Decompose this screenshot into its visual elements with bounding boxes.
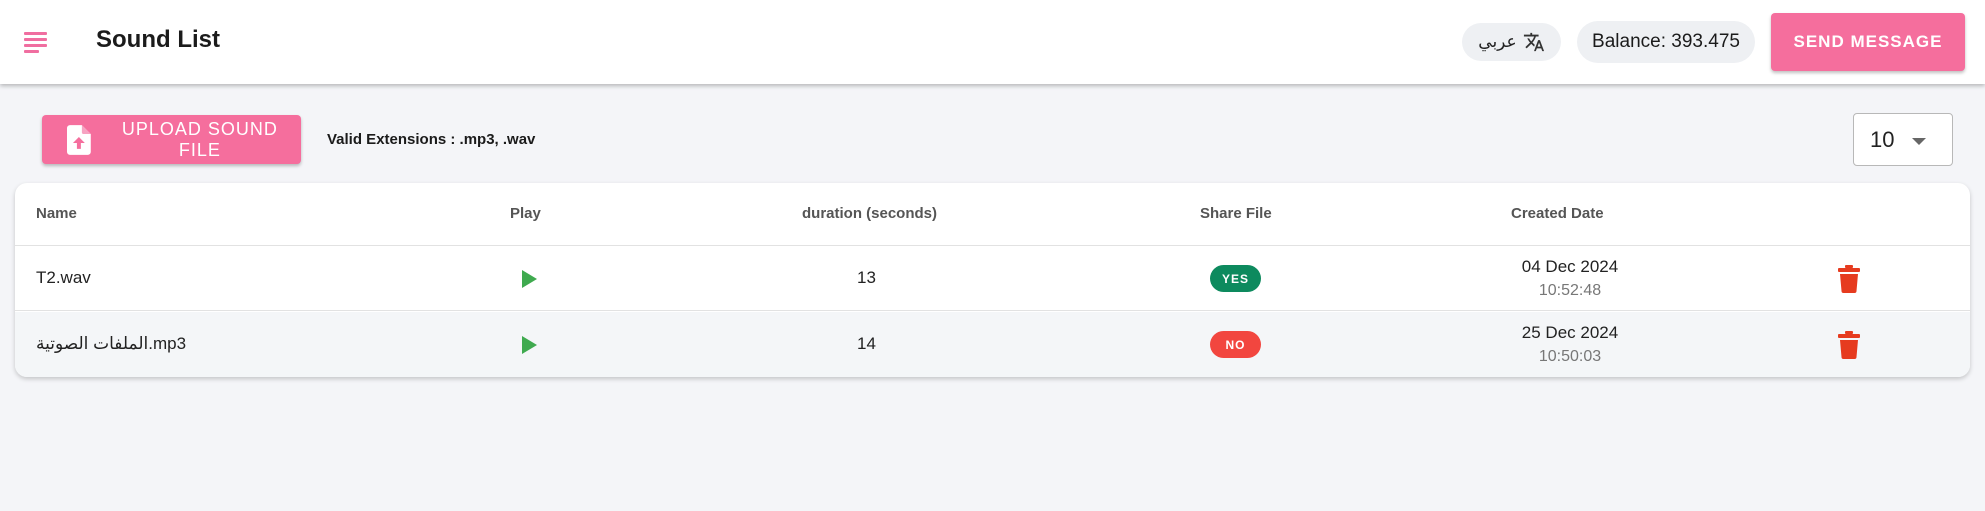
created-date: 25 Dec 2024 10:50:03 [1470, 322, 1670, 368]
created-date-day: 04 Dec 2024 [1521, 257, 1619, 276]
page-size-select[interactable]: 10 [1853, 113, 1953, 166]
column-header-created: Created Date [1511, 205, 1604, 222]
column-header-duration: duration (seconds) [802, 205, 938, 222]
page-size-value: 10 [1870, 126, 1895, 152]
file-upload-icon [67, 124, 91, 155]
trash-icon[interactable] [1838, 331, 1860, 359]
created-date-time: 10:50:03 [1538, 348, 1602, 365]
menu-icon[interactable] [24, 30, 49, 53]
table-row: T2.wav 13 YES 04 Dec 2024 10:52:48 [15, 246, 1970, 311]
sound-table: Name Play duration (seconds) Share File … [15, 183, 1970, 377]
send-message-button[interactable]: SEND MESSAGE [1771, 13, 1965, 71]
page-title: Sound List [96, 26, 220, 53]
valid-extensions-text: Valid Extensions : .mp3, .wav [327, 131, 536, 148]
duration-value: 14 [857, 334, 876, 353]
table-header: Name Play duration (seconds) Share File … [15, 183, 1970, 246]
column-header-name: Name [36, 205, 77, 222]
language-toggle[interactable]: عربي [1462, 23, 1561, 61]
share-badge: NO [1210, 331, 1261, 358]
balance-display: Balance: 393.475 [1577, 21, 1755, 63]
created-date-time: 10:52:48 [1538, 282, 1602, 299]
table-row: الملفات الصوتية.mp3 14 NO 25 Dec 2024 10… [15, 312, 1970, 377]
translate-icon [1523, 32, 1544, 52]
upload-button-label: UPLOAD SOUND FILE [121, 118, 278, 160]
chevron-down-icon [1912, 138, 1926, 145]
share-badge: YES [1210, 265, 1261, 292]
app-header: Sound List عربي Balance: 393.475 SEND ME… [0, 0, 1985, 84]
trash-icon[interactable] [1838, 265, 1860, 293]
created-date-day: 25 Dec 2024 [1521, 323, 1619, 342]
created-date: 04 Dec 2024 10:52:48 [1470, 256, 1670, 302]
column-header-play: Play [510, 205, 541, 222]
column-header-share: Share File [1200, 205, 1272, 222]
language-label: عربي [1478, 32, 1517, 52]
duration-value: 13 [857, 268, 876, 287]
upload-sound-file-button[interactable]: UPLOAD SOUND FILE [42, 115, 301, 164]
